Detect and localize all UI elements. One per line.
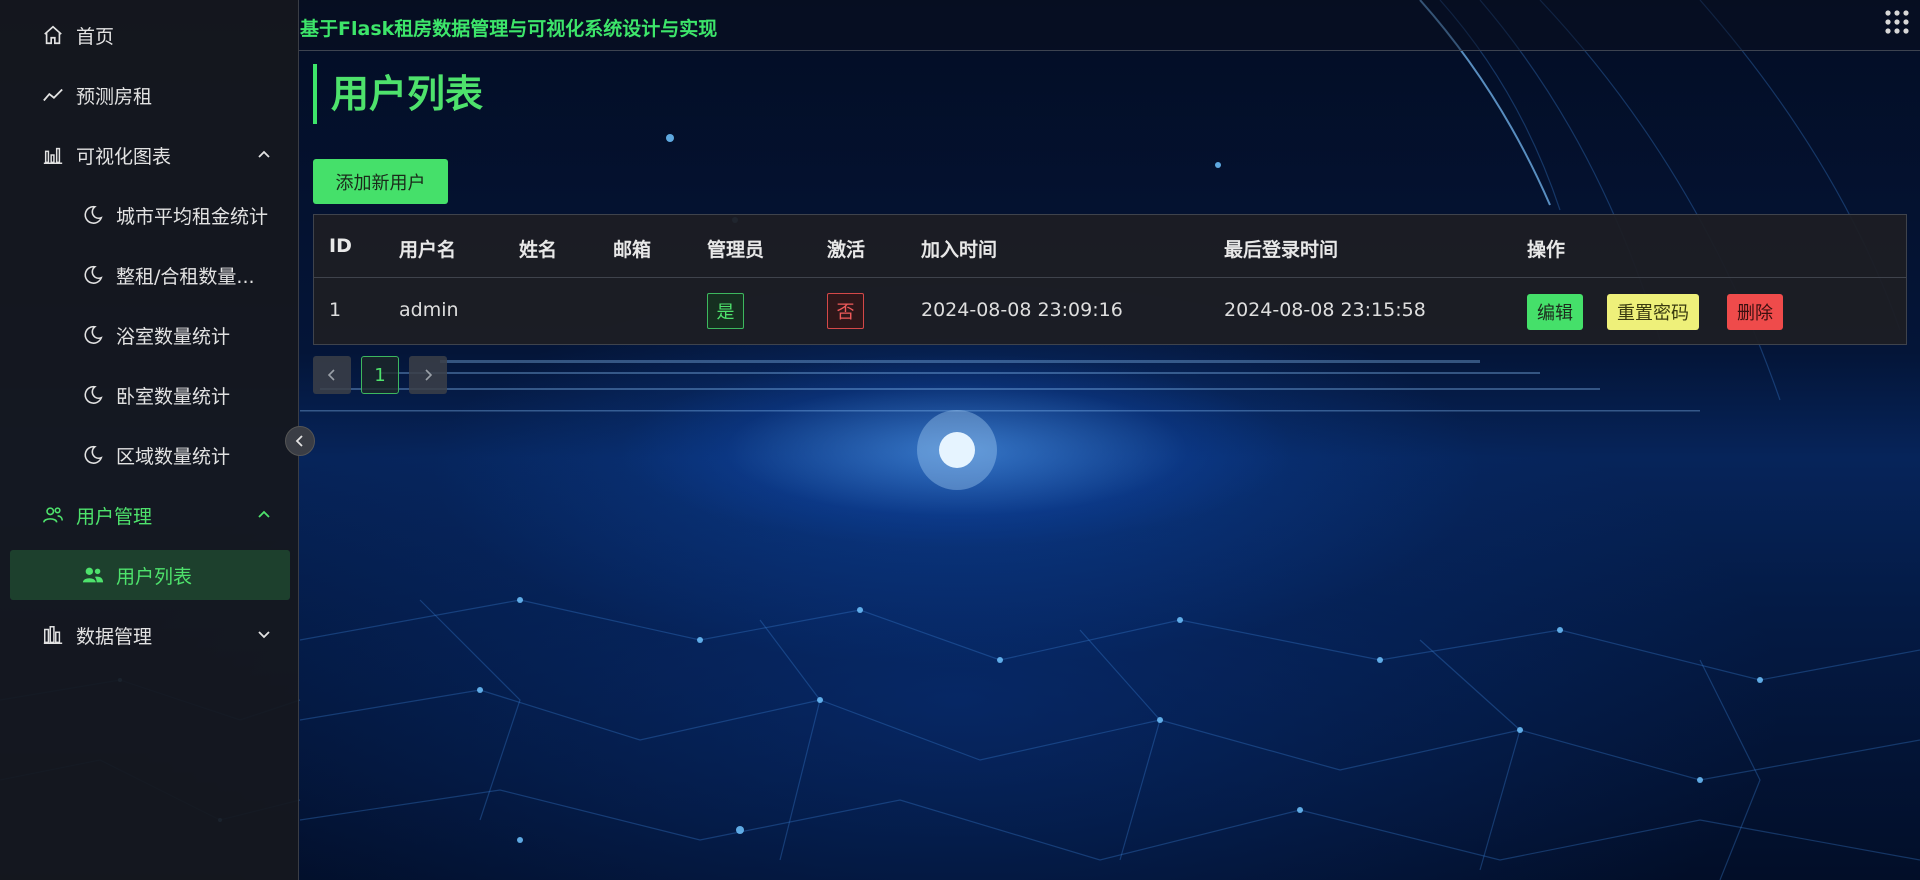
column-header-active: 激活 xyxy=(827,239,866,261)
column-header-email: 邮箱 xyxy=(613,239,652,261)
sidebar-collapse-button[interactable] xyxy=(285,426,315,456)
chevron-right-icon xyxy=(425,369,433,381)
sidebar-item-label: 浴室数量统计 xyxy=(116,325,231,348)
cell-username: admin xyxy=(399,299,459,321)
sidebar-item-label: 城市平均租金统计 xyxy=(116,205,269,228)
sidebar-item-home[interactable]: 首页 xyxy=(0,7,299,63)
edit-button[interactable]: 编辑 xyxy=(1527,294,1583,330)
cell-joined: 2024-08-08 23:09:16 xyxy=(921,299,1123,321)
sidebar-item-bedroom-count[interactable]: 卧室数量统计 xyxy=(0,367,299,423)
bar-chart-icon xyxy=(40,142,66,168)
pagination: 1 xyxy=(313,356,447,394)
active-badge: 否 xyxy=(827,293,864,329)
sidebar-item-data-management[interactable]: 数据管理 xyxy=(0,607,299,663)
add-user-button[interactable]: 添加新用户 xyxy=(313,159,448,204)
sidebar-item-city-avg-rent[interactable]: 城市平均租金统计 xyxy=(0,187,299,243)
sidebar-item-label: 用户管理 xyxy=(76,505,153,528)
moon-icon xyxy=(80,322,106,348)
sidebar-item-label: 整租/合租数量... xyxy=(116,265,255,288)
home-icon xyxy=(40,22,66,48)
column-header-actions: 操作 xyxy=(1527,239,1566,261)
chevron-up-icon[interactable] xyxy=(255,145,273,163)
sidebar-item-label: 首页 xyxy=(76,25,115,48)
sidebar-item-user-management[interactable]: 用户管理 xyxy=(0,487,299,543)
sidebar-item-predict-rent[interactable]: 预测房租 xyxy=(0,67,299,123)
column-header-id: ID xyxy=(329,235,352,257)
prev-page-button[interactable] xyxy=(313,356,351,394)
sidebar-item-user-list[interactable]: 用户列表 xyxy=(10,550,290,600)
users-icon xyxy=(40,502,66,528)
app-title: 基于Flask租房数据管理与可视化系统设计与实现 xyxy=(300,18,718,40)
database-icon xyxy=(40,622,66,648)
table-row: 1 admin 是 否 2024-08-08 23:09:16 2024-08-… xyxy=(314,278,1906,344)
column-header-joined: 加入时间 xyxy=(921,239,998,261)
people-icon xyxy=(80,562,106,588)
column-header-username: 用户名 xyxy=(399,239,457,261)
column-header-admin: 管理员 xyxy=(707,239,765,261)
moon-icon xyxy=(80,382,106,408)
sidebar-item-rent-type-count[interactable]: 整租/合租数量... xyxy=(0,247,299,303)
admin-badge: 是 xyxy=(707,293,744,329)
top-bar: 基于Flask租房数据管理与可视化系统设计与实现 xyxy=(299,0,1920,51)
moon-icon xyxy=(80,442,106,468)
next-page-button[interactable] xyxy=(409,356,447,394)
moon-icon xyxy=(80,202,106,228)
sidebar: 首页 预测房租 可视化图表 城市平均租金统计 整租/合租数量... 浴室数量统计 xyxy=(0,0,299,880)
sidebar-item-district-count[interactable]: 区域数量统计 xyxy=(0,427,299,483)
page-title-block: 用户列表 xyxy=(313,64,483,124)
table-header: ID 用户名 姓名 邮箱 管理员 激活 加入时间 最后登录时间 操作 xyxy=(314,215,1906,278)
chevron-down-icon[interactable] xyxy=(255,625,273,643)
cell-id: 1 xyxy=(329,299,342,321)
delete-button[interactable]: 删除 xyxy=(1727,294,1783,330)
cell-last-login: 2024-08-08 23:15:58 xyxy=(1224,299,1426,321)
trend-icon xyxy=(40,82,66,108)
user-table: ID 用户名 姓名 邮箱 管理员 激活 加入时间 最后登录时间 操作 1 adm… xyxy=(313,214,1907,345)
sidebar-item-label: 数据管理 xyxy=(76,625,153,648)
sidebar-item-bathroom-count[interactable]: 浴室数量统计 xyxy=(0,307,299,363)
reset-password-button[interactable]: 重置密码 xyxy=(1607,294,1699,330)
sidebar-item-label: 区域数量统计 xyxy=(116,445,231,468)
chevron-up-icon[interactable] xyxy=(255,505,273,523)
sidebar-item-label: 用户列表 xyxy=(116,565,193,588)
sidebar-item-label: 可视化图表 xyxy=(76,145,172,168)
page-number-button[interactable]: 1 xyxy=(361,356,399,394)
apps-grid-icon[interactable] xyxy=(1884,9,1910,39)
sidebar-item-label: 卧室数量统计 xyxy=(116,385,231,408)
moon-icon xyxy=(80,262,106,288)
column-header-name: 姓名 xyxy=(519,239,558,261)
chevron-left-icon xyxy=(295,435,303,447)
page-title: 用户列表 xyxy=(331,72,484,116)
sidebar-item-label: 预测房租 xyxy=(76,85,153,108)
sidebar-item-charts[interactable]: 可视化图表 xyxy=(0,127,299,183)
chevron-left-icon xyxy=(327,369,335,381)
column-header-last-login: 最后登录时间 xyxy=(1224,239,1339,261)
